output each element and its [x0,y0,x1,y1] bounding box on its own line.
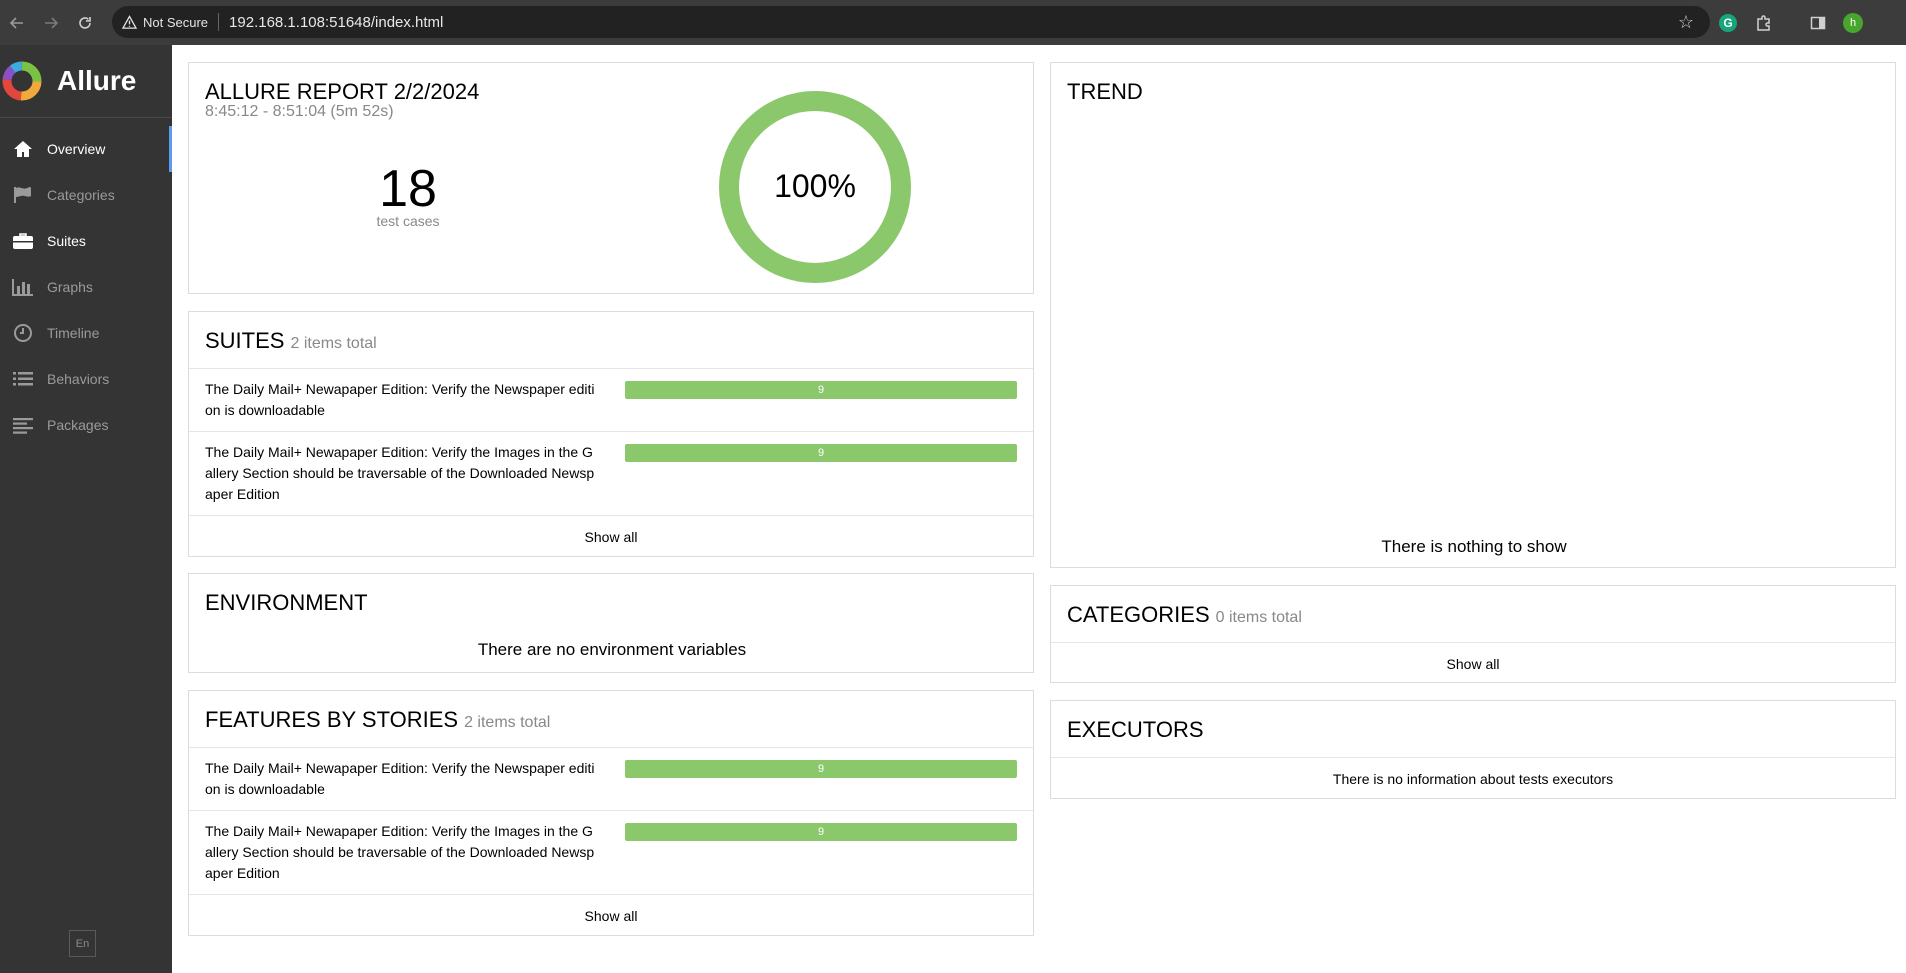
omnibox-divider [218,13,220,31]
url-text[interactable]: 192.168.1.108:51648/index.html [229,14,443,31]
suites-header: SUITES 2 items total [189,312,1033,368]
suites-subtitle: 2 items total [290,335,377,352]
categories-widget: CATEGORIES 0 items total Show all [1050,585,1896,683]
sidebar-item-label: Categories [47,187,115,203]
sidebar-item-packages[interactable]: Packages [0,402,172,448]
sidebar-item-label: Graphs [47,279,93,295]
feature-name: The Daily Mail+ Newapaper Edition: Verif… [205,823,595,881]
language-selector[interactable]: En [69,930,96,957]
passed-bar[interactable]: 9 [625,760,1017,778]
sidebar-item-behaviors[interactable]: Behaviors [0,356,172,402]
sidebar-item-label: Packages [47,417,109,433]
categories-title: CATEGORIES [1067,602,1210,627]
sidebar-menu: Overview Categories Suites Graphs Timeli… [0,126,172,448]
home-icon [12,138,34,160]
categories-header: CATEGORIES 0 items total [1051,586,1895,642]
align-left-icon [12,414,34,436]
brand-name: Allure [57,65,137,96]
passed-bar[interactable]: 9 [625,444,1017,462]
side-panel-button[interactable] [1807,12,1829,34]
suite-name: The Daily Mail+ Newapaper Edition: Verif… [205,444,595,502]
profile-avatar: h [1843,13,1863,33]
passed-bar[interactable]: 9 [625,823,1017,841]
categories-subtitle: 0 items total [1215,609,1302,626]
sidebar: Allure Overview Categories Suites Graphs [0,45,172,973]
arrow-left-icon [9,16,23,29]
trend-widget: TREND There is nothing to show [1050,62,1896,568]
browser-toolbar: Not Secure 192.168.1.108:51648/index.htm… [0,0,1906,45]
forward-button[interactable] [34,6,68,40]
back-button[interactable] [0,6,34,40]
sidebar-item-overview[interactable]: Overview [0,126,172,172]
executors-empty-message: There is no information about tests exec… [1051,757,1895,799]
puzzle-icon [1757,15,1770,31]
table-row[interactable]: The Daily Mail+ Newapaper Edition: Verif… [189,368,1033,431]
sidebar-item-categories[interactable]: Categories [0,172,172,218]
passed-bar[interactable]: 9 [625,381,1017,399]
sidebar-item-graphs[interactable]: Graphs [0,264,172,310]
trend-title: TREND [1067,79,1143,104]
address-bar[interactable]: Not Secure 192.168.1.108:51648/index.htm… [112,6,1710,38]
grammarly-extension[interactable]: G [1717,12,1739,34]
sidebar-item-label: Suites [47,233,86,249]
test-count-label: test cases [376,213,440,229]
test-count: 18 [379,160,437,218]
environment-title: ENVIRONMENT [205,590,368,615]
list-icon [12,368,34,390]
features-header: FEATURES BY STORIES 2 items total [189,691,1033,747]
table-row[interactable]: The Daily Mail+ Newapaper Edition: Verif… [189,747,1033,810]
executors-title: EXECUTORS [1067,717,1204,742]
clock-icon [12,322,34,344]
brand[interactable]: Allure [0,45,172,118]
reload-icon [79,16,91,29]
suite-name: The Daily Mail+ Newapaper Edition: Verif… [205,381,595,418]
security-label: Not Secure [143,14,209,30]
environment-empty-message: There are no environment variables [477,640,747,659]
suites-show-all-link[interactable]: Show all [189,515,1033,557]
sidebar-item-label: Overview [47,141,106,157]
summary-widget: ALLURE REPORT 2/2/2024 8:45:12 - 8:51:04… [188,62,1034,294]
sidebar-item-timeline[interactable]: Timeline [0,310,172,356]
environment-widget: ENVIRONMENT There are no environment var… [188,573,1034,673]
bookmark-star-icon[interactable]: ☆ [1678,12,1694,33]
extensions-button[interactable] [1753,12,1775,34]
features-show-all-link[interactable]: Show all [189,894,1033,936]
arrow-right-icon [45,16,59,29]
sidebar-item-label: Timeline [47,325,100,341]
report-title: ALLURE REPORT 2/2/2024 [205,79,480,104]
security-chip[interactable]: Not Secure [122,15,208,30]
donut-percent: 100% [774,168,856,204]
trend-empty-message: There is nothing to show [1381,537,1567,556]
reload-button[interactable] [68,6,102,40]
sidebar-item-label: Behaviors [47,371,110,387]
sidebar-item-suites[interactable]: Suites [0,218,172,264]
features-widget: FEATURES BY STORIES 2 items total The Dai… [188,690,1034,936]
environment-header: ENVIRONMENT [189,574,1033,630]
bar-chart-icon [12,276,34,298]
categories-show-all-link[interactable]: Show all [1051,642,1895,684]
suites-title: SUITES [205,328,285,353]
allure-logo-icon [2,61,42,101]
grammarly-icon: G [1719,14,1737,32]
pass-rate-donut[interactable]: 100% [717,89,913,285]
suites-widget: SUITES 2 items total The Daily Mail+ Newa… [188,311,1034,557]
executors-widget: EXECUTORS There is no information about … [1050,700,1896,799]
flag-icon [12,184,34,206]
warning-icon [122,14,137,29]
feature-name: The Daily Mail+ Newapaper Edition: Verif… [205,760,595,797]
executors-header: EXECUTORS [1051,701,1895,757]
features-title: FEATURES BY STORIES [205,707,459,732]
briefcase-icon [12,230,34,252]
report-time: 8:45:12 - 8:51:04 (5m 52s) [205,103,394,120]
side-panel-icon [1810,16,1826,30]
table-row[interactable]: The Daily Mail+ Newapaper Edition: Verif… [189,810,1033,894]
profile-button[interactable]: h [1842,12,1864,34]
table-row[interactable]: The Daily Mail+ Newapaper Edition: Verif… [189,431,1033,515]
features-subtitle: 2 items total [464,714,551,731]
